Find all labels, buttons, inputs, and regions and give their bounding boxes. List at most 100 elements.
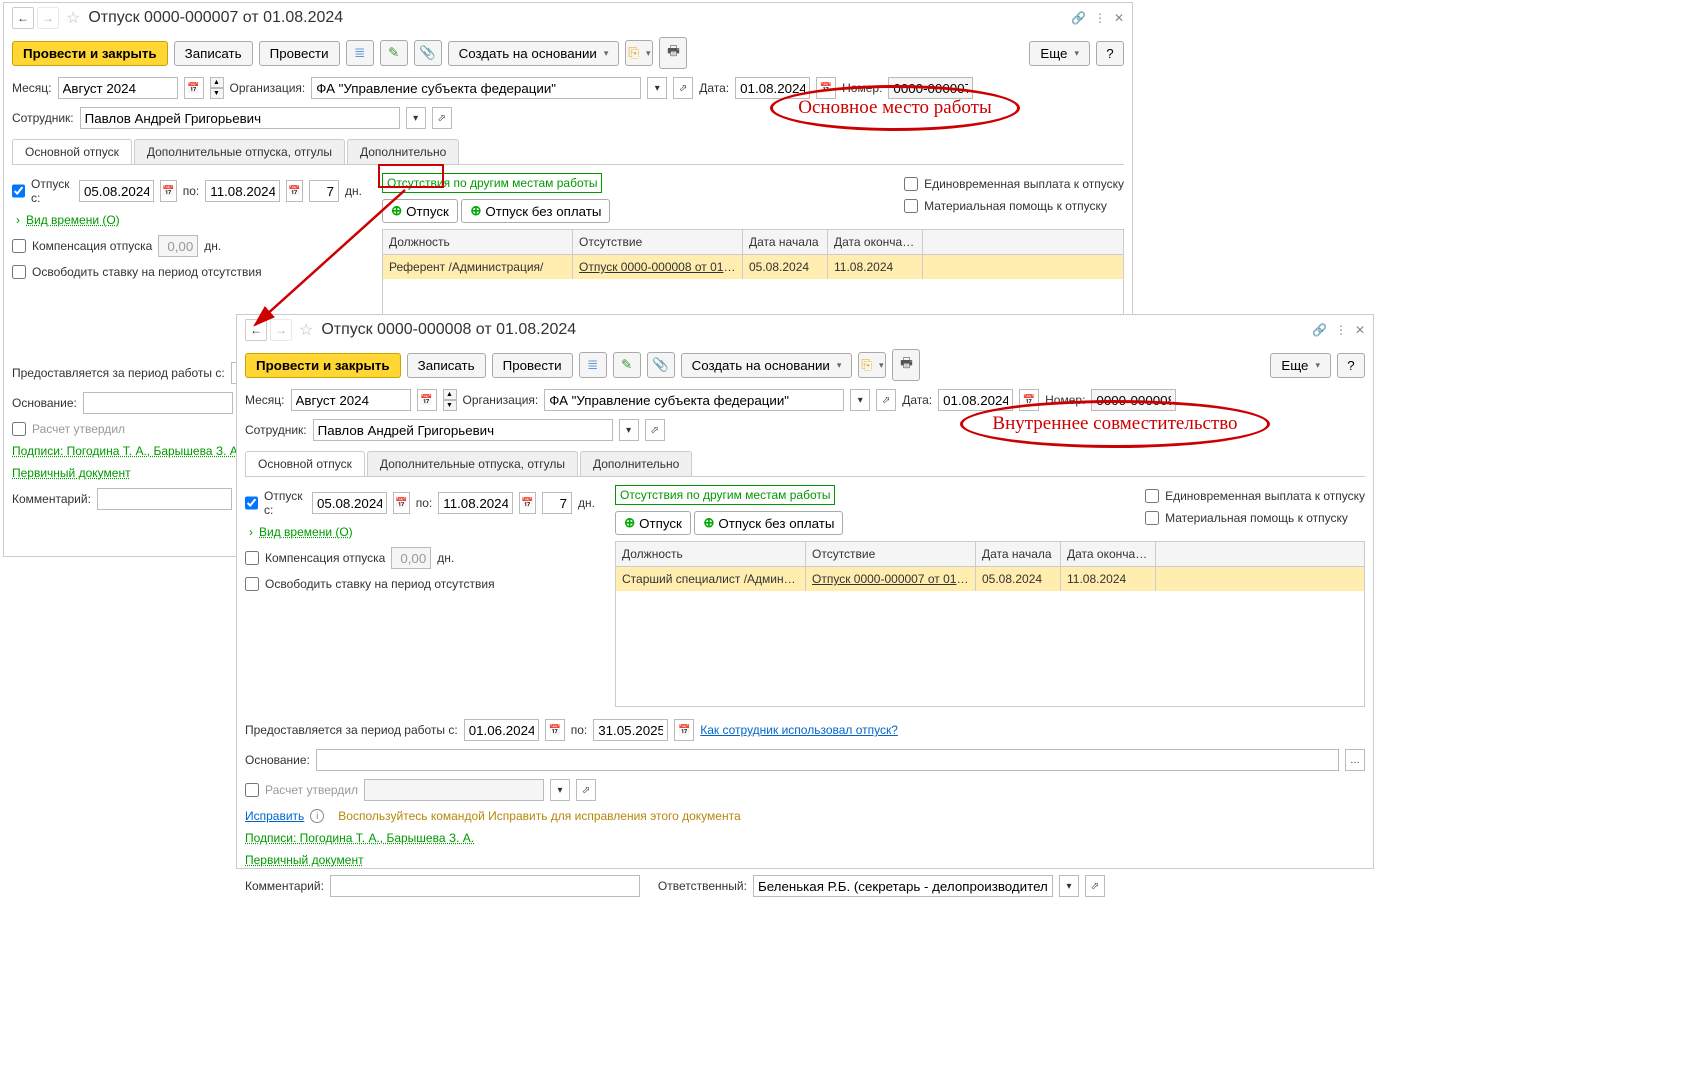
ellipsis-button[interactable]: …: [1345, 749, 1365, 771]
comp-checkbox[interactable]: [12, 239, 26, 253]
vid-link[interactable]: Вид времени (О): [259, 525, 353, 539]
otpusk-checkbox[interactable]: [12, 184, 25, 198]
calendar-icon[interactable]: 📅: [417, 389, 437, 411]
close-icon[interactable]: ✕: [1114, 11, 1124, 25]
save-button[interactable]: Записать: [407, 353, 486, 378]
dropdown-icon[interactable]: ▾: [647, 77, 667, 99]
copy-button[interactable]: ⎘: [625, 40, 653, 66]
month-input[interactable]: [58, 77, 178, 99]
edit-button[interactable]: ✎: [613, 352, 641, 378]
mat-checkbox[interactable]: [1145, 511, 1159, 525]
prim-link[interactable]: Первичный документ: [245, 853, 364, 867]
from-input[interactable]: [79, 180, 154, 202]
help-button[interactable]: ?: [1337, 353, 1365, 378]
dropdown-icon[interactable]: ▾: [550, 779, 570, 801]
open-icon[interactable]: ⬀: [673, 77, 693, 99]
edin-checkbox[interactable]: [1145, 489, 1159, 503]
star-icon[interactable]: ☆: [299, 320, 313, 340]
osvob-checkbox[interactable]: [12, 265, 26, 279]
ras-checkbox[interactable]: [245, 783, 259, 797]
kebab-icon[interactable]: ⋮: [1335, 323, 1347, 337]
print-button[interactable]: 🖶: [659, 37, 687, 69]
org-input[interactable]: [544, 389, 844, 411]
calendar-icon[interactable]: 📅: [674, 719, 694, 741]
report-button[interactable]: ≣: [346, 40, 374, 66]
tab-extra[interactable]: Дополнительно: [580, 451, 692, 476]
sign-link[interactable]: Подписи: Погодина Т. А., Барышева З. А.: [245, 831, 474, 845]
comp-checkbox[interactable]: [245, 551, 259, 565]
month-input[interactable]: [291, 389, 411, 411]
osn-input[interactable]: [316, 749, 1339, 771]
comment-input[interactable]: [330, 875, 640, 897]
resp-input[interactable]: [753, 875, 1053, 897]
days-input[interactable]: [542, 492, 572, 514]
calendar-icon[interactable]: 📅: [545, 719, 565, 741]
post-button[interactable]: Провести: [492, 353, 573, 378]
nav-forward-button[interactable]: →: [37, 7, 59, 29]
table-row[interactable]: Старший специалист /Администра... Отпуск…: [616, 567, 1364, 591]
tab-additional[interactable]: Дополнительные отпуска, отгулы: [367, 451, 578, 476]
attach-button[interactable]: 📎: [647, 352, 675, 378]
tab-main[interactable]: Основной отпуск: [12, 139, 132, 164]
dropdown-icon[interactable]: ▾: [619, 419, 639, 441]
save-button[interactable]: Записать: [174, 41, 253, 66]
kebab-icon[interactable]: ⋮: [1094, 11, 1106, 25]
dropdown-icon[interactable]: ▾: [1059, 875, 1079, 897]
attach-button[interactable]: 📎: [414, 40, 442, 66]
dropdown-icon[interactable]: ▾: [850, 389, 870, 411]
star-icon[interactable]: ☆: [66, 8, 80, 28]
vid-link[interactable]: Вид времени (О): [26, 213, 120, 227]
post-button[interactable]: Провести: [259, 41, 340, 66]
more-button[interactable]: Еще: [1029, 41, 1090, 66]
spin-up[interactable]: ▲: [210, 77, 224, 88]
table-row[interactable]: Референт /Администрация/ Отпуск 0000-000…: [383, 255, 1123, 279]
calendar-icon[interactable]: 📅: [393, 492, 410, 514]
create-based-button[interactable]: Создать на основании: [448, 41, 620, 66]
spin-up[interactable]: ▲: [443, 389, 457, 400]
absence-link[interactable]: Отпуск 0000-000008 от 01.08....: [573, 255, 743, 279]
org-input[interactable]: [311, 77, 641, 99]
calendar-icon[interactable]: 📅: [286, 180, 303, 202]
tab-main[interactable]: Основной отпуск: [245, 451, 365, 476]
emp-input[interactable]: [80, 107, 400, 129]
link-icon[interactable]: 🔗: [1071, 11, 1086, 25]
period-from-input[interactable]: [464, 719, 539, 741]
post-close-button[interactable]: Провести и закрыть: [12, 41, 168, 66]
post-close-button[interactable]: Провести и закрыть: [245, 353, 401, 378]
prim-link[interactable]: Первичный документ: [12, 466, 131, 480]
nav-forward-button[interactable]: →: [270, 319, 292, 341]
fix-link[interactable]: Исправить: [245, 809, 304, 823]
calendar-icon[interactable]: 📅: [184, 77, 204, 99]
to-input[interactable]: [438, 492, 513, 514]
mat-checkbox[interactable]: [904, 199, 918, 213]
how-used-link[interactable]: Как сотрудник использовал отпуск?: [700, 723, 898, 737]
calendar-icon[interactable]: 📅: [160, 180, 177, 202]
spin-down[interactable]: ▼: [210, 88, 224, 99]
from-input[interactable]: [312, 492, 387, 514]
edit-button[interactable]: ✎: [380, 40, 408, 66]
spin-down[interactable]: ▼: [443, 400, 457, 411]
absence-link[interactable]: Отпуск 0000-000007 от 01.08....: [806, 567, 976, 591]
link-icon[interactable]: 🔗: [1312, 323, 1327, 337]
emp-input[interactable]: [313, 419, 613, 441]
tab-extra[interactable]: Дополнительно: [347, 139, 459, 164]
to-input[interactable]: [205, 180, 280, 202]
ras-checkbox[interactable]: [12, 422, 26, 436]
add-bez-button[interactable]: ⊕Отпуск без оплаты: [694, 511, 843, 535]
dropdown-icon[interactable]: ▾: [406, 107, 426, 129]
calendar-icon[interactable]: 📅: [519, 492, 536, 514]
osvob-checkbox[interactable]: [245, 577, 259, 591]
open-icon[interactable]: ⬀: [1085, 875, 1105, 897]
tab-additional[interactable]: Дополнительные отпуска, отгулы: [134, 139, 345, 164]
open-icon[interactable]: ⬀: [876, 389, 896, 411]
period-to-input[interactable]: [593, 719, 668, 741]
open-icon[interactable]: ⬀: [645, 419, 665, 441]
close-icon[interactable]: ✕: [1355, 323, 1365, 337]
osn-input[interactable]: [83, 392, 233, 414]
more-button[interactable]: Еще: [1270, 353, 1331, 378]
open-icon[interactable]: ⬀: [432, 107, 452, 129]
report-button[interactable]: ≣: [579, 352, 607, 378]
days-input[interactable]: [309, 180, 339, 202]
copy-button[interactable]: ⎘: [858, 352, 886, 378]
sign-link[interactable]: Подписи: Погодина Т. А., Барышева З. А.: [12, 444, 241, 458]
